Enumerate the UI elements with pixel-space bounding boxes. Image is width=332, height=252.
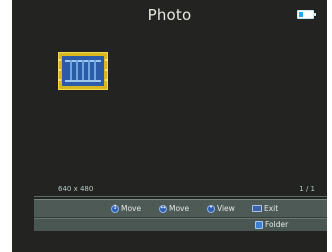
thumbnail-notch <box>105 59 108 61</box>
hint-label: View <box>217 204 235 213</box>
control-hint-bar: ↕ Move ↔ Move • View Exit <box>34 199 327 218</box>
exit-icon <box>252 205 262 212</box>
enter-icon: • <box>207 204 215 213</box>
battery-icon <box>297 10 316 19</box>
hint-view: • View <box>207 202 235 215</box>
page-indicator: 1 / 1 <box>299 185 315 193</box>
hint-move-updown: ↕ Move <box>111 202 141 215</box>
hint-label: Move <box>169 204 190 213</box>
photo-thumbnail[interactable] <box>58 52 108 90</box>
thumbnail-notch <box>105 69 108 71</box>
hint-label: Folder <box>265 220 289 229</box>
leftright-arrows-icon: ↔ <box>159 203 167 213</box>
photo-browser-screen: Photo 640 x 480 1 / 1 ↕ Move ↔ Move • Vi… <box>12 0 327 252</box>
hint-label: Move <box>121 204 142 213</box>
divider <box>34 196 327 197</box>
thumbnail-notch <box>58 69 61 71</box>
hint-move-leftright: ↔ Move <box>159 202 189 215</box>
hint-exit: Exit <box>252 202 278 215</box>
thumbnail-notch <box>58 59 61 61</box>
updown-arrows-icon: ↕ <box>111 203 119 213</box>
page-title: Photo <box>147 6 192 24</box>
hint-folder: Folder <box>255 218 288 231</box>
folder-hint-bar: Folder <box>34 218 327 231</box>
thumbnail-notch <box>58 79 61 81</box>
hint-label: Exit <box>264 204 279 213</box>
thumbnail-notch <box>105 79 108 81</box>
image-dimensions: 640 x 480 <box>58 185 94 193</box>
folder-icon <box>255 220 263 229</box>
image-thumbnail-icon <box>62 56 104 86</box>
